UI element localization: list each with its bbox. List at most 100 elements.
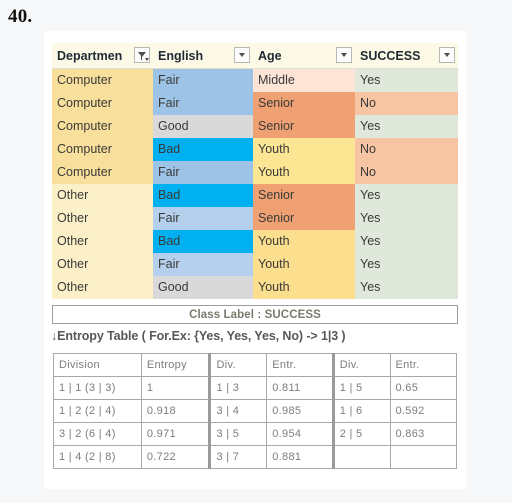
entropy-cell[interactable]: 0.592 [389,399,457,423]
table-row: Computer Fair Youth No [52,160,458,184]
cell-english[interactable]: Fair [153,206,253,230]
cell-english[interactable]: Fair [153,160,253,184]
entropy-cell[interactable]: 1 | 4 (2 | 8) [53,445,142,469]
cell-department[interactable]: Other [52,275,153,299]
cell-success[interactable]: No [355,137,458,161]
cell-success[interactable]: Yes [355,252,458,276]
entropy-cell[interactable]: 0.918 [140,399,211,423]
entropy-cell[interactable]: 1 | 6 [331,399,391,423]
column-header-age[interactable]: Age [253,43,355,69]
entropy-cell[interactable]: 1 [140,376,211,400]
cell-department[interactable]: Computer [52,68,153,92]
entropy-table-row: 1 | 1 (3 | 3) 1 1 | 3 0.811 1 | 5 0.65 [53,376,457,400]
cell-department[interactable]: Other [52,229,153,253]
column-header-success[interactable]: SUCCESS [355,43,458,69]
chevron-down-icon[interactable] [336,47,352,63]
entropy-cell[interactable]: 1 | 1 (3 | 3) [53,376,142,400]
data-table-body: Computer Fair Middle Yes Computer Fair Senior N… [52,68,458,299]
entropy-cell[interactable]: 3 | 4 [208,399,268,423]
cell-department[interactable]: Other [52,206,153,230]
entropy-table-container: Division Entropy Div. Entr. Div. Entr. 1 | 1 (… [53,353,457,469]
entropy-cell[interactable]: 0.971 [140,422,211,446]
cell-english[interactable]: Good [153,114,253,138]
entropy-cell[interactable]: 2 | 5 [331,422,391,446]
column-header-department[interactable]: Departmen [52,43,153,69]
data-table: Departmen English Age SUCCESS Computer F… [52,43,458,299]
cell-age[interactable]: Youth [253,137,355,161]
table-row: Computer Good Senior Yes [52,114,458,138]
cell-department[interactable]: Other [52,252,153,276]
entropy-cell[interactable]: 1 | 2 (2 | 4) [53,399,142,423]
chevron-down-icon[interactable] [439,47,455,63]
cell-age[interactable]: Youth [253,160,355,184]
entropy-table-caption-text: Entropy Table ( For.Ex: {Yes, Yes, Yes, … [57,329,346,343]
entropy-column-header: Div. [208,353,268,377]
entropy-column-header: Div. [331,353,391,377]
filter-applied-icon[interactable] [134,47,150,63]
entropy-header-row: Division Entropy Div. Entr. Div. Entr. [53,353,457,377]
entropy-cell[interactable]: 0.811 [266,376,334,400]
table-row: Computer Fair Middle Yes [52,68,458,92]
column-header-department-label: Departmen [57,48,123,63]
cell-success[interactable]: No [355,160,458,184]
cell-english[interactable]: Fair [153,252,253,276]
cell-department[interactable]: Computer [52,114,153,138]
entropy-cell[interactable]: 3 | 2 (6 | 4) [53,422,142,446]
cell-age[interactable]: Youth [253,252,355,276]
cell-success[interactable]: Yes [355,68,458,92]
cell-success[interactable]: Yes [355,114,458,138]
cell-english[interactable]: Good [153,275,253,299]
entropy-cell[interactable]: 0.985 [266,399,334,423]
table-row: Other Fair Youth Yes [52,252,458,276]
cell-success[interactable]: Yes [355,206,458,230]
entropy-cell[interactable] [331,445,391,469]
cell-department[interactable]: Computer [52,91,153,115]
table-row: Computer Bad Youth No [52,137,458,161]
entropy-cell[interactable]: 0.881 [266,445,334,469]
cell-age[interactable]: Middle [253,68,355,92]
cell-english[interactable]: Bad [153,137,253,161]
cell-english[interactable]: Bad [153,183,253,207]
cell-success[interactable]: Yes [355,229,458,253]
entropy-column-header: Entropy [140,353,211,377]
cell-department[interactable]: Other [52,183,153,207]
table-row: Other Good Youth Yes [52,275,458,299]
column-header-english-label: English [158,48,204,63]
entropy-table-row: 3 | 2 (6 | 4) 0.971 3 | 5 0.954 2 | 5 0.863 [53,422,457,446]
entropy-table-body: Division Entropy Div. Entr. Div. Entr. 1 | 1 (… [53,353,457,469]
entropy-cell[interactable]: 0.65 [389,376,457,400]
entropy-cell[interactable]: 1 | 5 [331,376,391,400]
entropy-column-header: Division [53,353,142,377]
entropy-cell[interactable]: 0.954 [266,422,334,446]
cell-age[interactable]: Senior [253,114,355,138]
chevron-down-icon[interactable] [234,47,250,63]
cell-age[interactable]: Senior [253,206,355,230]
entropy-cell[interactable]: 1 | 3 [208,376,268,400]
entropy-column-header: Entr. [266,353,334,377]
entropy-cell[interactable]: 0.722 [140,445,211,469]
table-row: Other Fair Senior Yes [52,206,458,230]
cell-department[interactable]: Computer [52,160,153,184]
entropy-cell[interactable] [389,445,457,469]
column-header-age-label: Age [258,48,282,63]
cell-english[interactable]: Bad [153,229,253,253]
cell-english[interactable]: Fair [153,91,253,115]
cell-age[interactable]: Youth [253,229,355,253]
cell-english[interactable]: Fair [153,68,253,92]
cell-success[interactable]: No [355,91,458,115]
entropy-table: Division Entropy Div. Entr. Div. Entr. 1 | 1 (… [53,353,457,469]
table-row: Other Bad Youth Yes [52,229,458,253]
entropy-cell[interactable]: 0.863 [389,422,457,446]
cell-age[interactable]: Senior [253,91,355,115]
entropy-cell[interactable]: 3 | 7 [208,445,268,469]
cell-success[interactable]: Yes [355,275,458,299]
cell-age[interactable]: Youth [253,275,355,299]
table-row: Computer Fair Senior No [52,91,458,115]
class-label-bar: Class Label : SUCCESS [52,305,458,324]
cell-success[interactable]: Yes [355,183,458,207]
column-header-success-label: SUCCESS [360,48,421,63]
cell-age[interactable]: Senior [253,183,355,207]
column-header-english[interactable]: English [153,43,253,69]
cell-department[interactable]: Computer [52,137,153,161]
entropy-cell[interactable]: 3 | 5 [208,422,268,446]
